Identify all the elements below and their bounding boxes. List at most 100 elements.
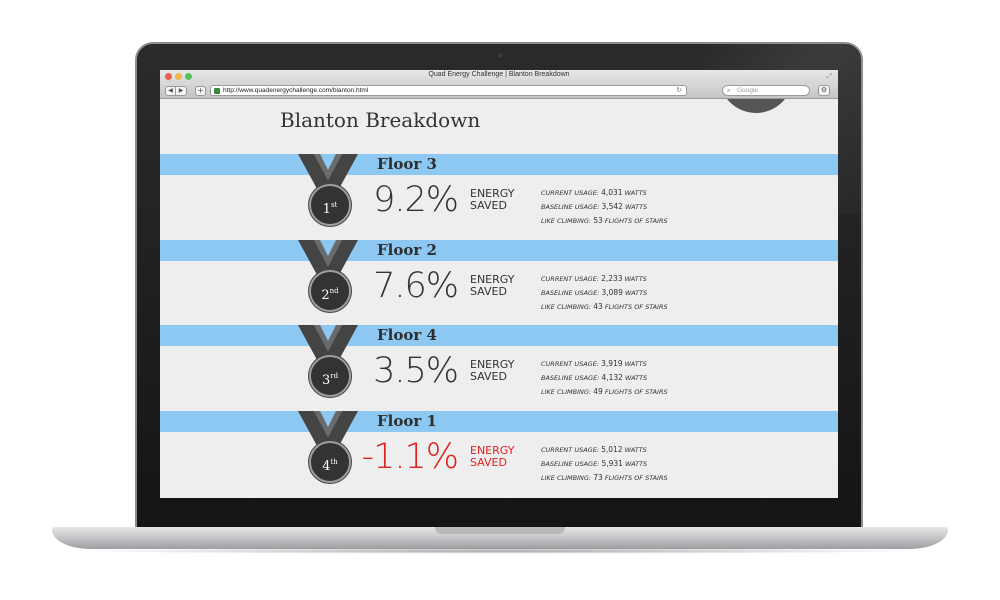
like-climbing: LIKE CLIMBING: 53 FLIGHTS OF STAIRS: [541, 214, 668, 228]
rank-number: 1: [322, 202, 331, 217]
percent-saved: -1.1%: [361, 437, 459, 477]
floor-band: [160, 154, 838, 175]
rank-suffix: nd: [329, 287, 339, 295]
current-usage-label: CURRENT USAGE:: [541, 360, 599, 368]
baseline-usage-unit: WATTS: [625, 374, 648, 382]
floor-name: Floor 1: [377, 412, 437, 430]
floor-band: [160, 325, 838, 346]
current-usage: CURRENT USAGE: 4,031 WATTS: [541, 186, 668, 200]
baseline-usage-label: BASELINE USAGE:: [541, 374, 600, 382]
percent-saved: 3.5%: [373, 351, 459, 391]
browser-window: Quad Energy Challenge | Blanton Breakdow…: [160, 70, 838, 498]
baseline-usage: BASELINE USAGE: 4,132 WATTS: [541, 371, 668, 385]
saved-label: SAVED: [470, 456, 507, 469]
search-icon: ⌕: [727, 87, 731, 94]
current-usage: CURRENT USAGE: 5,012 WATTS: [541, 443, 668, 457]
laptop-shadow: [70, 548, 930, 554]
current-usage: CURRENT USAGE: 2,233 WATTS: [541, 272, 668, 286]
browser-titlebar: Quad Energy Challenge | Blanton Breakdow…: [160, 70, 838, 83]
like-climbing: LIKE CLIMBING: 73 FLIGHTS OF STAIRS: [541, 471, 668, 485]
baseline-usage-value: 3,542: [601, 202, 623, 211]
baseline-usage: BASELINE USAGE: 5,931 WATTS: [541, 457, 668, 471]
percent-saved: 9.2%: [373, 180, 459, 220]
camera-icon: [498, 53, 503, 58]
floor-row: Floor 1 4th -1.1% ENERGY SAVED CURRENT USAGE:…: [160, 411, 838, 496]
page-content: Blanton Breakdown Floor 3 1st 9.2% ENERGY SA…: [160, 99, 838, 498]
like-climbing-label: LIKE CLIMBING:: [541, 474, 592, 482]
usage-stats: CURRENT USAGE: 3,919 WATTS BASELINE USAGE…: [541, 357, 668, 399]
rank-suffix: st: [330, 201, 338, 209]
like-climbing-label: LIKE CLIMBING:: [541, 303, 592, 311]
current-usage-unit: WATTS: [624, 275, 647, 283]
rank-suffix: rd: [330, 372, 339, 380]
baseline-usage-value: 3,089: [601, 288, 623, 297]
like-climbing-label: LIKE CLIMBING:: [541, 217, 592, 225]
baseline-usage-label: BASELINE USAGE:: [541, 460, 600, 468]
energy-saved-label: ENERGY SAVED: [470, 188, 514, 212]
floor-name: Floor 3: [377, 155, 437, 173]
floor-band: [160, 411, 838, 432]
current-usage: CURRENT USAGE: 3,919 WATTS: [541, 357, 668, 371]
current-usage-unit: WATTS: [624, 189, 647, 197]
current-usage-label: CURRENT USAGE:: [541, 189, 599, 197]
window-title: Quad Energy Challenge | Blanton Breakdow…: [428, 71, 570, 78]
reload-icon[interactable]: ↻: [676, 86, 682, 94]
energy-saved-label: ENERGY SAVED: [470, 359, 514, 383]
like-climbing-unit: FLIGHTS OF STAIRS: [604, 474, 668, 482]
usage-stats: CURRENT USAGE: 4,031 WATTS BASELINE USAGE…: [541, 186, 668, 228]
url-text[interactable]: http://www.quadenergychallenge.com/blant…: [223, 87, 368, 94]
current-usage-label: CURRENT USAGE:: [541, 446, 599, 454]
baseline-usage-unit: WATTS: [625, 460, 648, 468]
energy-saved-label: ENERGY SAVED: [470, 445, 514, 469]
usage-stats: CURRENT USAGE: 5,012 WATTS BASELINE USAGE…: [541, 443, 668, 485]
like-climbing: LIKE CLIMBING: 43 FLIGHTS OF STAIRS: [541, 300, 668, 314]
floor-band: [160, 240, 838, 261]
address-bar[interactable]: http://www.quadenergychallenge.com/blant…: [210, 85, 687, 96]
decorative-circle: [719, 99, 793, 113]
floor-row: Floor 4 3rd 3.5% ENERGY SAVED CURRENT USAGE: …: [160, 325, 838, 410]
saved-label: SAVED: [470, 285, 507, 298]
like-climbing-value: 43: [593, 302, 603, 311]
fullscreen-icon[interactable]: ⤢: [826, 72, 832, 81]
usage-stats: CURRENT USAGE: 2,233 WATTS BASELINE USAGE…: [541, 272, 668, 314]
baseline-usage-value: 4,132: [601, 373, 623, 382]
laptop-notch: [435, 527, 565, 534]
rank-suffix: th: [330, 458, 338, 466]
baseline-usage-label: BASELINE USAGE:: [541, 203, 600, 211]
baseline-usage: BASELINE USAGE: 3,089 WATTS: [541, 286, 668, 300]
back-button[interactable]: ◀: [165, 86, 176, 96]
like-climbing-value: 73: [593, 473, 603, 482]
baseline-usage-label: BASELINE USAGE:: [541, 289, 600, 297]
current-usage-label: CURRENT USAGE:: [541, 275, 599, 283]
current-usage-unit: WATTS: [624, 360, 647, 368]
favicon-icon: [214, 88, 220, 94]
like-climbing-label: LIKE CLIMBING:: [541, 388, 592, 396]
like-climbing: LIKE CLIMBING: 49 FLIGHTS OF STAIRS: [541, 385, 668, 399]
rank-number: 3: [321, 373, 331, 388]
forward-button[interactable]: ▶: [176, 86, 187, 96]
gear-icon[interactable]: ⚙: [818, 85, 830, 96]
floor-row: Floor 2 2nd 7.6% ENERGY SAVED CURRENT USAGE: …: [160, 240, 838, 325]
floor-name: Floor 4: [377, 326, 437, 344]
baseline-usage-unit: WATTS: [625, 289, 648, 297]
like-climbing-unit: FLIGHTS OF STAIRS: [604, 303, 668, 311]
add-bookmark-button[interactable]: +: [195, 86, 206, 96]
search-input[interactable]: ⌕ Google: [722, 85, 810, 96]
search-placeholder: Google: [737, 87, 758, 94]
baseline-usage-unit: WATTS: [625, 203, 648, 211]
energy-saved-label: ENERGY SAVED: [470, 274, 514, 298]
like-climbing-value: 53: [593, 216, 603, 225]
page-title: Blanton Breakdown: [280, 108, 481, 132]
floor-row: Floor 3 1st 9.2% ENERGY SAVED CURRENT USAGE: …: [160, 154, 838, 239]
current-usage-value: 4,031: [601, 188, 623, 197]
rank-number: 2: [321, 288, 330, 303]
percent-saved: 7.6%: [373, 266, 459, 306]
current-usage-value: 5,012: [601, 445, 623, 454]
nav-buttons: ◀ ▶: [165, 86, 187, 96]
current-usage-value: 2,233: [601, 274, 623, 283]
current-usage-unit: WATTS: [624, 446, 647, 454]
floor-name: Floor 2: [377, 241, 437, 259]
saved-label: SAVED: [470, 370, 507, 383]
like-climbing-unit: FLIGHTS OF STAIRS: [604, 388, 668, 396]
baseline-usage: BASELINE USAGE: 3,542 WATTS: [541, 200, 668, 214]
